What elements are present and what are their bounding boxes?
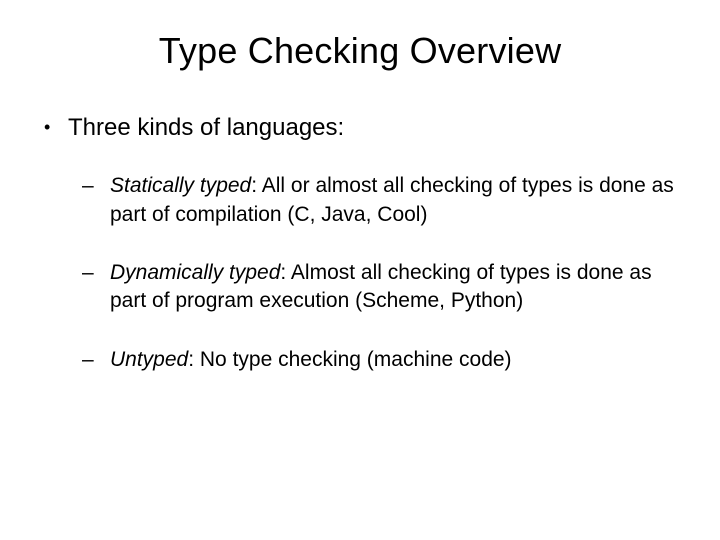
term-desc: : No type checking (machine code) bbox=[188, 348, 511, 371]
slide-title: Type Checking Overview bbox=[40, 30, 680, 72]
intro-bullet: Three kinds of languages: bbox=[40, 112, 680, 144]
bullet-list-level1: Three kinds of languages: bbox=[40, 112, 680, 144]
list-item: Untyped: No type checking (machine code) bbox=[40, 346, 680, 374]
term-label: Statically typed bbox=[110, 174, 251, 197]
bullet-list-level2: Statically typed: All or almost all chec… bbox=[40, 172, 680, 374]
list-item: Dynamically typed: Almost all checking o… bbox=[40, 259, 680, 316]
slide: Type Checking Overview Three kinds of la… bbox=[0, 0, 720, 540]
term-label: Dynamically typed bbox=[110, 261, 280, 284]
intro-text: Three kinds of languages: bbox=[68, 114, 344, 141]
term-label: Untyped bbox=[110, 348, 188, 371]
list-item: Statically typed: All or almost all chec… bbox=[40, 172, 680, 229]
